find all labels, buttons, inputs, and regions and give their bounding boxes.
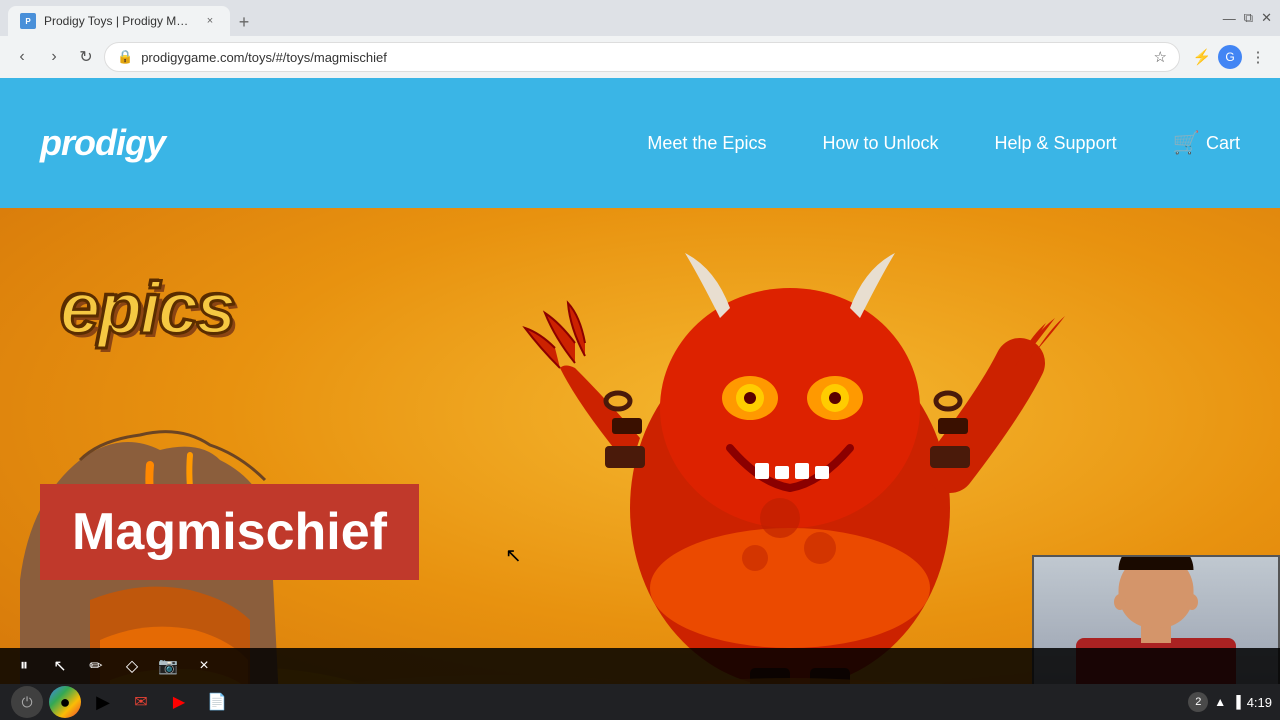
taskbar-status-area: 2 ▲ ▐ 4:19 xyxy=(1188,692,1272,712)
forward-button[interactable]: › xyxy=(40,43,68,71)
pause-button[interactable]: ⏸ xyxy=(8,650,40,682)
character-name-text: Magmischief xyxy=(72,503,387,561)
taskbar-youtube-icon[interactable]: ▶ xyxy=(163,686,195,718)
cart-icon: 🛒 xyxy=(1173,130,1200,156)
taskbar-clock: 4:19 xyxy=(1247,695,1272,710)
battery-icon: ▐ xyxy=(1232,695,1241,709)
stop-recording-button[interactable]: × xyxy=(188,650,220,682)
extensions-icon[interactable]: ⚡ xyxy=(1188,43,1216,71)
profile-icon[interactable]: G xyxy=(1218,45,1242,69)
tab-close-button[interactable]: × xyxy=(202,13,218,29)
screen-recording-toolbar: ⏸ ↖ ✏ ◇ 📷 × xyxy=(0,648,1280,684)
address-bar[interactable]: 🔒 prodigygame.com/toys/#/toys/magmischie… xyxy=(104,42,1180,72)
select-tool-button[interactable]: ↖ xyxy=(44,650,76,682)
window-minimize[interactable]: — xyxy=(1223,11,1236,26)
active-tab[interactable]: P Prodigy Toys | Prodigy Math Ga... × xyxy=(8,6,230,36)
nav-help-support[interactable]: Help & Support xyxy=(967,133,1145,154)
nav-how-to-unlock[interactable]: How to Unlock xyxy=(794,133,966,154)
bookmark-star[interactable]: ☆ xyxy=(1154,48,1167,66)
site-nav: Meet the Epics How to Unlock Help & Supp… xyxy=(619,130,1240,156)
website-content: prodigy Meet the Epics How to Unlock Hel… xyxy=(0,78,1280,720)
eraser-tool-button[interactable]: ◇ xyxy=(116,650,148,682)
taskbar-docs-icon[interactable]: 📄 xyxy=(201,686,233,718)
taskbar-number-badge: 2 xyxy=(1188,692,1208,712)
hero-banner: epics Magmischief xyxy=(0,208,1280,720)
url-text: prodigygame.com/toys/#/toys/magmischief xyxy=(141,50,1145,65)
browser-nav-bar: ‹ › ↻ 🔒 prodigygame.com/toys/#/toys/magm… xyxy=(0,36,1280,78)
tab-title: Prodigy Toys | Prodigy Math Ga... xyxy=(44,14,194,28)
taskbar-playstore-icon[interactable]: ▶ xyxy=(87,686,119,718)
browser-toolbar-icons: ⚡ G ⋮ xyxy=(1188,43,1272,71)
character-name-label: Magmischief xyxy=(40,484,419,580)
camera-button[interactable]: 📷 xyxy=(152,650,184,682)
taskbar-power-icon[interactable]: ⏻ xyxy=(11,686,43,718)
taskbar-gmail-icon[interactable]: ✉ xyxy=(125,686,157,718)
epics-title: epics xyxy=(60,268,234,350)
site-header: prodigy Meet the Epics How to Unlock Hel… xyxy=(0,78,1280,208)
cart-button[interactable]: 🛒 Cart xyxy=(1145,130,1240,156)
tab-favicon: P xyxy=(20,13,36,29)
back-button[interactable]: ‹ xyxy=(8,43,36,71)
prodigy-logo[interactable]: prodigy xyxy=(40,122,165,164)
taskbar-chrome-icon[interactable]: ● xyxy=(49,686,81,718)
taskbar: ⏻ ● ▶ ✉ ▶ 📄 2 ▲ ▐ 4:19 xyxy=(0,684,1280,720)
nav-meet-epics[interactable]: Meet the Epics xyxy=(619,133,794,154)
pen-tool-button[interactable]: ✏ xyxy=(80,650,112,682)
window-close[interactable]: ✕ xyxy=(1261,10,1272,26)
chrome-menu[interactable]: ⋮ xyxy=(1244,43,1272,71)
browser-title-bar: P Prodigy Toys | Prodigy Math Ga... × + … xyxy=(0,0,1280,36)
tab-area: P Prodigy Toys | Prodigy Math Ga... × + xyxy=(8,0,258,36)
new-tab-button[interactable]: + xyxy=(230,8,258,36)
refresh-button[interactable]: ↻ xyxy=(72,43,100,71)
window-maximize[interactable]: ⧉ xyxy=(1244,10,1253,26)
wifi-icon: ▲ xyxy=(1214,695,1226,709)
